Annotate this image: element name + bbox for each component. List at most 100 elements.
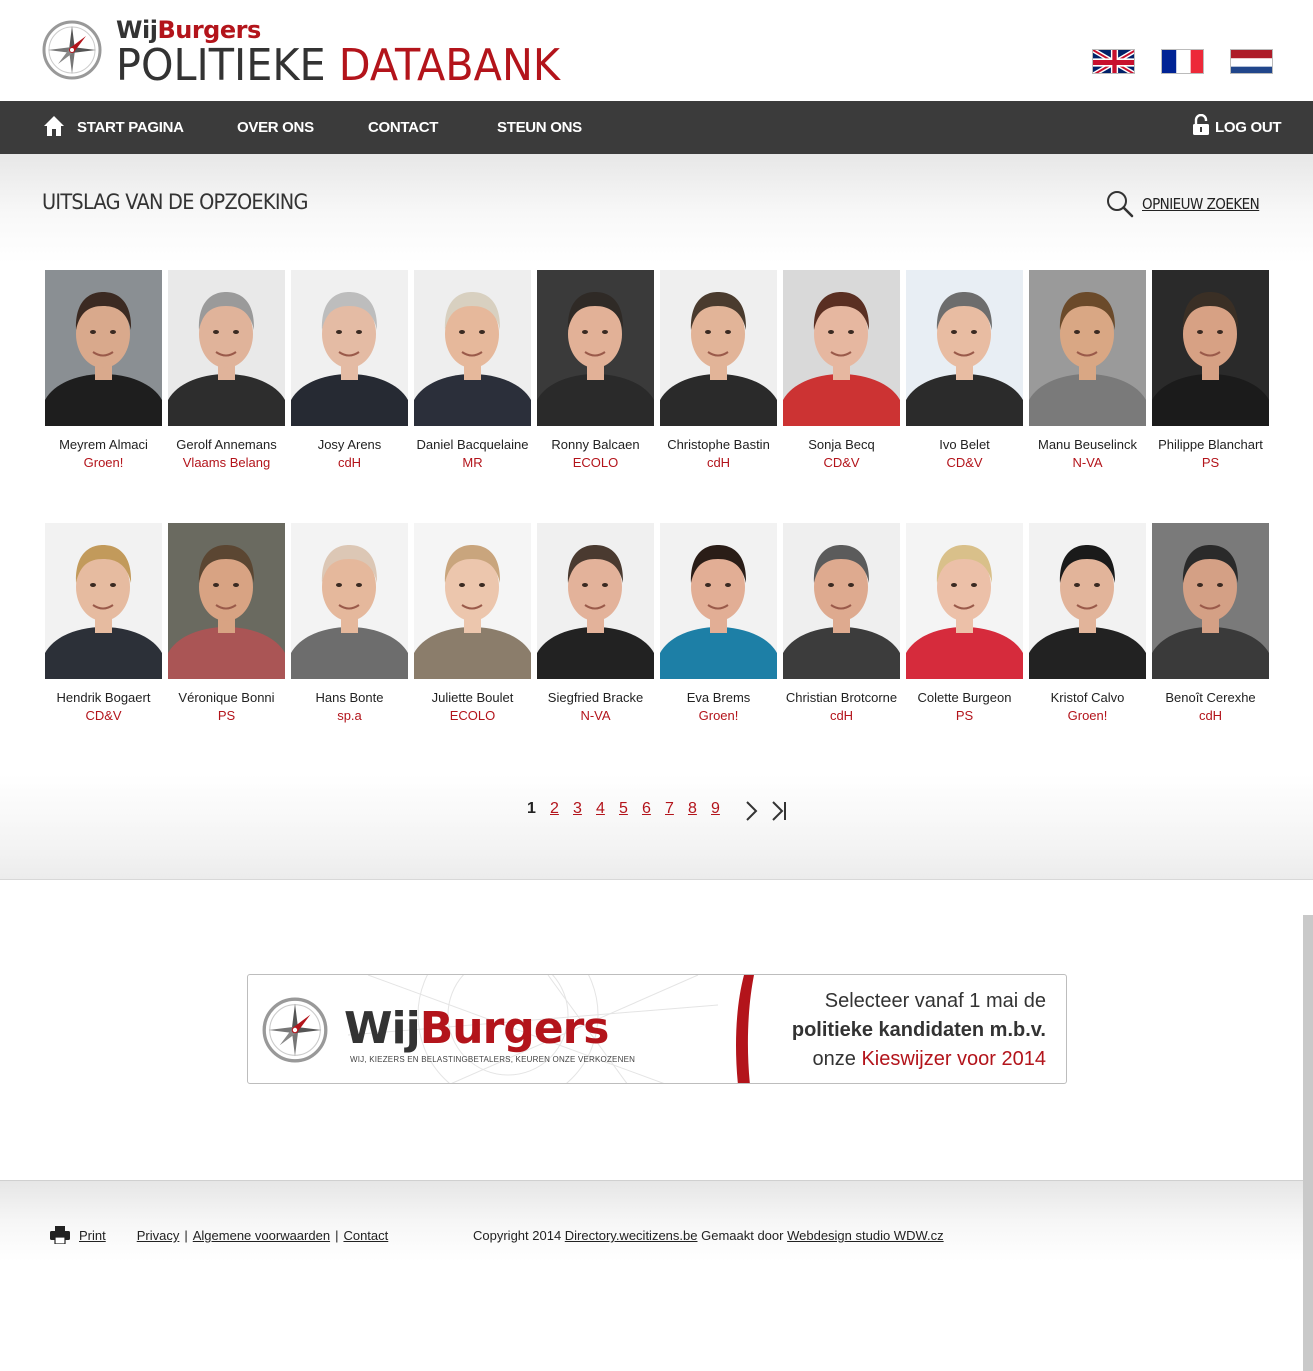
politician-photo[interactable] <box>45 270 162 426</box>
nav-support[interactable]: STEUN ONS <box>497 101 582 154</box>
politician-photo[interactable] <box>414 270 531 426</box>
last-page-icon[interactable] <box>770 800 788 822</box>
copyright: Copyright 2014 Directory.wecitizens.be G… <box>473 1228 944 1243</box>
politician-name[interactable]: Benoît Cerexhe <box>1142 690 1279 705</box>
politician-card[interactable]: Ronny Balcaen ECOLO <box>537 270 654 470</box>
politician-name[interactable]: Meyrem Almaci <box>35 437 172 452</box>
politician-photo[interactable] <box>291 270 408 426</box>
politician-name[interactable]: Manu Beuselinck <box>1019 437 1156 452</box>
politician-photo[interactable] <box>1152 523 1269 679</box>
page-link[interactable]: 9 <box>711 800 720 818</box>
politician-photo[interactable] <box>660 270 777 426</box>
kieswijzer-link[interactable]: Kieswijzer voor 2014 <box>861 1048 1046 1070</box>
kieswijzer-banner[interactable]: WijBurgers WIJ, KIEZERS EN BELASTINGBETA… <box>247 974 1067 1084</box>
studio-link[interactable]: Webdesign studio WDW.cz <box>787 1228 944 1243</box>
footer-contact-link[interactable]: Contact <box>343 1228 388 1243</box>
politician-card[interactable]: Philippe Blanchart PS <box>1152 270 1269 470</box>
politician-photo[interactable] <box>537 523 654 679</box>
politician-name[interactable]: Christophe Bastin <box>650 437 787 452</box>
politician-photo[interactable] <box>1029 270 1146 426</box>
politician-photo[interactable] <box>1029 523 1146 679</box>
politician-name[interactable]: Hendrik Bogaert <box>35 690 172 705</box>
politician-name[interactable]: Philippe Blanchart <box>1142 437 1279 452</box>
page-link[interactable]: 2 <box>550 800 559 818</box>
politician-name[interactable]: Ivo Belet <box>896 437 1033 452</box>
politician-name[interactable]: Sonja Becq <box>773 437 910 452</box>
politician-name[interactable]: Siegfried Bracke <box>527 690 664 705</box>
politician-card[interactable]: Sonja Becq CD&V <box>783 270 900 470</box>
nav-contact[interactable]: CONTACT <box>368 101 438 154</box>
politician-card[interactable]: Benoît Cerexhe cdH <box>1152 523 1269 723</box>
scrollbar[interactable] <box>1303 915 1313 1371</box>
nav-about[interactable]: OVER ONS <box>237 101 314 154</box>
politician-photo[interactable] <box>414 523 531 679</box>
header: WijBurgers POLITIEKE DATABANK <box>0 0 1313 101</box>
politician-photo[interactable] <box>168 270 285 426</box>
politician-photo[interactable] <box>783 270 900 426</box>
politician-party: MR <box>462 455 483 470</box>
page-link[interactable]: 3 <box>573 800 582 818</box>
page-link[interactable]: 4 <box>596 800 605 818</box>
french-flag-icon[interactable] <box>1161 49 1204 74</box>
site-link[interactable]: Directory.wecitizens.be <box>565 1228 698 1243</box>
nav-home[interactable]: START PAGINA <box>77 101 184 154</box>
politician-name[interactable]: Christian Brotcorne <box>773 690 910 705</box>
politician-photo[interactable] <box>168 523 285 679</box>
politician-name[interactable]: Colette Burgeon <box>896 690 1033 705</box>
politician-card[interactable]: Gerolf Annemans Vlaams Belang <box>168 270 285 470</box>
politician-name[interactable]: Eva Brems <box>650 690 787 705</box>
page-link[interactable]: 5 <box>619 800 628 818</box>
politician-card[interactable]: Josy Arens cdH <box>291 270 408 470</box>
politician-name[interactable]: Kristof Calvo <box>1019 690 1156 705</box>
politician-photo[interactable] <box>45 523 162 679</box>
politician-card[interactable]: Daniel Bacquelaine MR <box>414 270 531 470</box>
dutch-flag-icon[interactable] <box>1230 49 1273 74</box>
page-link[interactable]: 8 <box>688 800 697 818</box>
politician-name[interactable]: Véronique Bonni <box>158 690 295 705</box>
politician-card[interactable]: Meyrem Almaci Groen! <box>45 270 162 470</box>
politician-photo[interactable] <box>537 270 654 426</box>
print-link[interactable]: Print <box>79 1228 106 1243</box>
results-section: UITSLAG VAN DE OPZOEKING OPNIEUW ZOEKEN … <box>0 154 1313 880</box>
politician-card[interactable]: Christian Brotcorne cdH <box>783 523 900 723</box>
politician-card[interactable]: Hans Bonte sp.a <box>291 523 408 723</box>
politician-card[interactable]: Juliette Boulet ECOLO <box>414 523 531 723</box>
politician-card[interactable]: Kristof Calvo Groen! <box>1029 523 1146 723</box>
politician-photo[interactable] <box>291 523 408 679</box>
site-logo[interactable]: WijBurgers POLITIEKE DATABANK <box>42 14 582 91</box>
printer-icon[interactable] <box>50 1226 70 1244</box>
politician-name[interactable]: Josy Arens <box>281 437 418 452</box>
politician-card[interactable]: Colette Burgeon PS <box>906 523 1023 723</box>
politician-name[interactable]: Gerolf Annemans <box>158 437 295 452</box>
politician-card[interactable]: Christophe Bastin cdH <box>660 270 777 470</box>
page-link[interactable]: 6 <box>642 800 651 818</box>
politician-photo[interactable] <box>783 523 900 679</box>
politician-photo[interactable] <box>660 523 777 679</box>
home-icon[interactable] <box>43 115 65 137</box>
next-page-icon[interactable] <box>742 800 760 822</box>
nav-logout[interactable]: LOG OUT <box>1215 101 1282 154</box>
politician-photo[interactable] <box>1152 270 1269 426</box>
politician-card[interactable]: Véronique Bonni PS <box>168 523 285 723</box>
lock-icon[interactable] <box>1192 114 1210 136</box>
terms-link[interactable]: Algemene voorwaarden <box>193 1228 330 1243</box>
politician-photo[interactable] <box>906 270 1023 426</box>
politician-name[interactable]: Juliette Boulet <box>404 690 541 705</box>
politician-name[interactable]: Hans Bonte <box>281 690 418 705</box>
politician-card[interactable]: Hendrik Bogaert CD&V <box>45 523 162 723</box>
privacy-link[interactable]: Privacy <box>137 1228 180 1243</box>
page-link[interactable]: 7 <box>665 800 674 818</box>
politician-photo[interactable] <box>906 523 1023 679</box>
site-title-part1: POLITIEKE <box>116 40 339 91</box>
english-flag-icon[interactable] <box>1092 49 1135 74</box>
politician-party: PS <box>1201 455 1220 470</box>
banner-line-3: onze Kieswijzer voor 2014 <box>746 1045 1046 1074</box>
politician-party: PS <box>217 708 236 723</box>
politician-card[interactable]: Manu Beuselinck N-VA <box>1029 270 1146 470</box>
politician-card[interactable]: Eva Brems Groen! <box>660 523 777 723</box>
politician-name[interactable]: Daniel Bacquelaine <box>404 437 541 452</box>
politician-party: cdH <box>337 455 362 470</box>
politician-name[interactable]: Ronny Balcaen <box>527 437 664 452</box>
politician-card[interactable]: Ivo Belet CD&V <box>906 270 1023 470</box>
politician-card[interactable]: Siegfried Bracke N-VA <box>537 523 654 723</box>
